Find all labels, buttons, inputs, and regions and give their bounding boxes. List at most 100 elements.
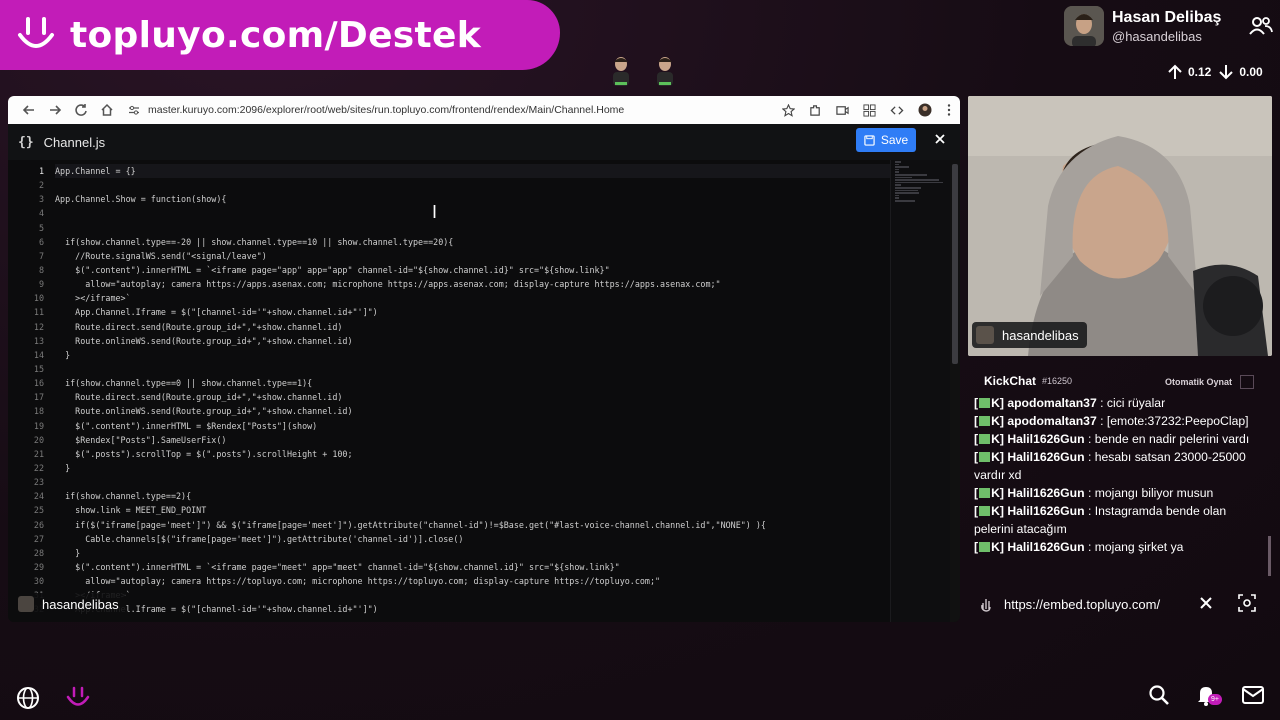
code-line[interactable]: //Route.signalWS.send("<signal/leave")	[55, 249, 890, 263]
code-line[interactable]: }	[55, 461, 890, 475]
code-editor[interactable]: 1 2 3 4 5 6 7 8 9 10 11 12 13 14 15 16 17 18 19 20 21 22 23 24 2…	[8, 160, 890, 622]
brand-banner[interactable]: topluyo.com/Destek	[0, 0, 560, 70]
code-line[interactable]: Cable.channels[$("iframe[page='meet']").…	[55, 532, 890, 546]
code-line[interactable]	[55, 206, 890, 220]
close-icon[interactable]	[934, 132, 946, 150]
code-line[interactable]: $(".posts").scrollTop = $(".posts").scro…	[55, 447, 890, 461]
code-line[interactable]: if(show.channel.type==0 || show.channel.…	[55, 376, 890, 390]
code-line[interactable]: allow="autoplay; camera https://topluyo.…	[55, 574, 890, 588]
line-number: 5	[38, 222, 44, 233]
line-number: 15	[33, 363, 44, 374]
embed-url[interactable]: https://embed.topluyo.com/	[1004, 597, 1160, 612]
autoplay-checkbox[interactable]	[1240, 375, 1254, 389]
line-number-gutter: 1 2 3 4 5 6 7 8 9 10 11 12 13 14 15 16 17 18 19 20 21 22 23 24 2…	[8, 164, 48, 617]
chat-username[interactable]: Halil1626Gun	[1007, 450, 1084, 464]
code-line[interactable]: App.Channel.Iframe = $("[channel-id='"+s…	[55, 305, 890, 319]
forward-icon[interactable]	[42, 97, 68, 123]
line-number: 18	[33, 406, 44, 417]
code-line[interactable]	[55, 221, 890, 235]
media-icon[interactable]	[836, 104, 849, 117]
code-line[interactable]: $(".content").innerHTML = `<iframe page=…	[55, 560, 890, 574]
code-line[interactable]: ></iframe>`	[55, 291, 890, 305]
back-icon[interactable]	[16, 97, 42, 123]
more-menu-icon[interactable]	[946, 103, 952, 117]
extensions-icon[interactable]	[809, 104, 822, 117]
save-button[interactable]: Save	[856, 128, 916, 152]
minimap-line	[895, 179, 939, 181]
minimap-line	[895, 173, 927, 176]
code-line[interactable]	[55, 475, 890, 489]
code-line[interactable]: App.Channel.Iframe = $("[channel-id='"+s…	[55, 602, 890, 616]
line-number: 29	[33, 561, 44, 572]
code-line[interactable]: $(".content").innerHTML = $Rendex["Posts…	[55, 419, 890, 433]
code-line[interactable]: App.Channel.Show = function(show){	[55, 192, 890, 206]
chat-username[interactable]: Halil1626Gun	[1007, 432, 1084, 446]
line-number: 19	[33, 420, 44, 431]
apps-icon[interactable]	[863, 103, 876, 117]
avatar	[18, 596, 34, 612]
line-number: 9	[38, 279, 44, 290]
code-line[interactable]: if(show.channel.type==-20 || show.channe…	[55, 235, 890, 249]
code-minimap[interactable]	[890, 160, 950, 622]
chat-text: : [emote:37232:PeepoClap]	[1096, 414, 1249, 428]
code-line[interactable]: App.Channel = {}	[55, 164, 890, 179]
screenshot-icon[interactable]	[1238, 594, 1256, 617]
line-number: 10	[33, 293, 44, 304]
scroll-thumb[interactable]	[952, 164, 958, 364]
code-line[interactable]: if(show.channel.type==2){	[55, 489, 890, 503]
code-line[interactable]: }	[55, 546, 890, 560]
minimap-line	[895, 176, 912, 179]
code-line[interactable]	[55, 362, 890, 376]
chat-scrollbar[interactable]	[1268, 398, 1272, 576]
code-line[interactable]: Route.direct.send(Route.group_id+","+sho…	[55, 320, 890, 334]
chat-badge-suffix: K]	[991, 540, 1004, 554]
code-line[interactable]	[55, 178, 890, 192]
embed-bar: https://embed.topluyo.com/	[968, 588, 1272, 620]
code-line[interactable]: Route.onlineWS.send(Route.group_id+","+s…	[55, 334, 890, 348]
code-line[interactable]: if($("iframe[page='meet']") && $("iframe…	[55, 518, 890, 532]
reload-icon[interactable]	[68, 97, 94, 123]
code-line[interactable]: Route.direct.send(Route.group_id+","+sho…	[55, 390, 890, 404]
minimap-line	[895, 166, 909, 168]
code-line[interactable]: ></iframe>`	[55, 588, 890, 602]
star-icon[interactable]	[782, 103, 795, 117]
smile-logo-icon[interactable]	[64, 684, 92, 717]
people-icon[interactable]	[1248, 16, 1274, 41]
home-icon[interactable]	[94, 97, 120, 123]
network-stats: 0.12 0.00	[1166, 62, 1278, 82]
editor-scrollbar[interactable]	[950, 160, 960, 622]
mail-icon[interactable]	[1242, 686, 1264, 709]
code-line[interactable]: allow="autoplay; camera https://apps.ase…	[55, 277, 890, 291]
code-lines[interactable]: App.Channel = {} App.Channel.Show = funct…	[55, 164, 890, 617]
code-line[interactable]: show.link = MEET_END_POINT	[55, 503, 890, 517]
chat-username[interactable]: Halil1626Gun	[1007, 504, 1084, 518]
site-settings-icon[interactable]	[128, 104, 140, 116]
line-number: 12	[33, 321, 44, 332]
browser-profile-icon[interactable]	[918, 103, 932, 117]
code-overlay-username: hasandelibas	[42, 596, 119, 612]
code-line[interactable]: Route.onlineWS.send(Route.group_id+","+s…	[55, 404, 890, 418]
code-line[interactable]: }	[55, 348, 890, 362]
line-number: 21	[33, 448, 44, 459]
code-line[interactable]: $(".content").innerHTML = `<iframe page=…	[55, 263, 890, 277]
chat-username[interactable]: apodomaltan37	[1007, 396, 1096, 410]
line-number: 22	[33, 462, 44, 473]
chat-username[interactable]: apodomaltan37	[1007, 414, 1096, 428]
line-number: 7	[38, 250, 44, 261]
close-icon[interactable]	[1198, 595, 1214, 616]
autoplay-toggle[interactable]: Otomatik Oynat	[1165, 375, 1254, 389]
code-icon[interactable]	[890, 104, 904, 117]
notifications-bell[interactable]: 9+	[1196, 684, 1222, 711]
user-profile[interactable]: Hasan Delibaş @hasandelibas	[1064, 4, 1274, 48]
chat-badge-prefix: [	[974, 432, 979, 446]
code-line[interactable]: $Rendex["Posts"].SameUserFix()	[55, 433, 890, 447]
chat-badge-prefix: [	[974, 540, 979, 554]
chat-username[interactable]: Halil1626Gun	[1007, 486, 1084, 500]
minimap-line	[895, 186, 921, 189]
line-number: 14	[33, 349, 44, 360]
url-field[interactable]: master.kuruyo.com:2096/explorer/root/web…	[128, 104, 782, 116]
chat-username[interactable]: Halil1626Gun	[1007, 540, 1084, 554]
globe-icon[interactable]	[16, 686, 40, 715]
search-icon[interactable]	[1148, 684, 1170, 711]
profile-handle: @hasandelibas	[1112, 28, 1202, 44]
